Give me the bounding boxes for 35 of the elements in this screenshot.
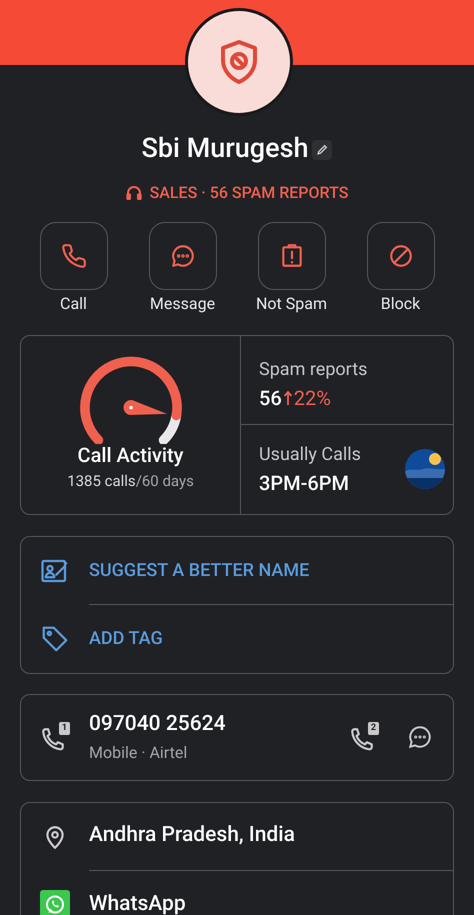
phone-detail: Mobile · Airtel bbox=[89, 742, 188, 764]
stat-value: 3PM-6PM bbox=[259, 470, 350, 496]
phone-number: 097040 25624 bbox=[89, 711, 227, 738]
contact-name: Sbi Murugesh bbox=[142, 131, 308, 166]
info-text: Andhra Pradesh, India bbox=[89, 822, 295, 850]
stat-caption: 1385 calls/60 days bbox=[67, 470, 194, 492]
chat-bubble-icon bbox=[170, 242, 196, 268]
action-button[interactable] bbox=[148, 222, 216, 290]
block-icon bbox=[388, 242, 414, 268]
link-text[interactable]: SUGGEST A BETTER NAME bbox=[89, 556, 310, 584]
stat-change: 22% bbox=[294, 384, 331, 412]
action-button[interactable] bbox=[40, 222, 108, 290]
link-text[interactable]: ADD TAG bbox=[89, 625, 163, 652]
message-button[interactable] bbox=[407, 724, 433, 750]
stat-label: Usually Calls bbox=[259, 442, 361, 466]
stat-value: 56 bbox=[259, 384, 282, 412]
action-button[interactable] bbox=[258, 222, 326, 290]
action-label: Not Spam bbox=[256, 292, 327, 314]
caller-category: SALES · 56 SPAM REPORTS bbox=[150, 182, 348, 204]
action-label: Block bbox=[380, 292, 420, 314]
action-button[interactable] bbox=[366, 222, 434, 290]
stat-label: Spam reports bbox=[259, 358, 368, 382]
action-label: Message bbox=[150, 292, 216, 314]
edit-icon[interactable] bbox=[312, 140, 332, 160]
sim-number: 1 bbox=[59, 722, 70, 735]
phone-icon bbox=[60, 242, 86, 268]
action-label: Call bbox=[60, 292, 87, 314]
whatsapp-icon bbox=[40, 890, 70, 915]
info-text: WhatsApp bbox=[89, 890, 186, 915]
sim-number: 2 bbox=[368, 722, 379, 735]
arrow-up-icon bbox=[282, 390, 293, 406]
stat-title: Call Activity bbox=[78, 442, 184, 468]
sunset-icon bbox=[405, 448, 445, 488]
tag-icon bbox=[40, 624, 70, 654]
headset-icon bbox=[126, 184, 142, 200]
